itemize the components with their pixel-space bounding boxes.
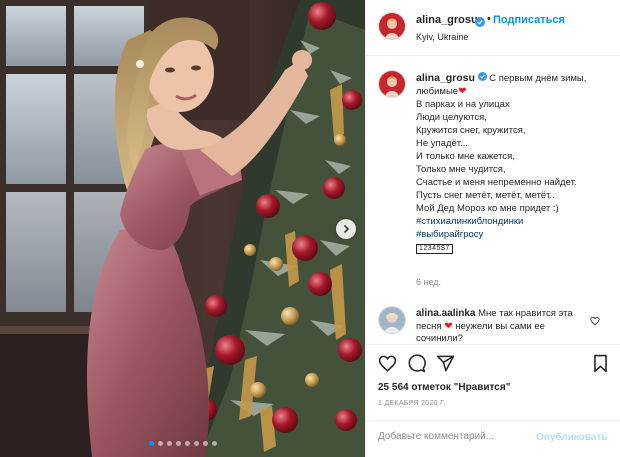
comment-like-icon[interactable] xyxy=(590,313,600,331)
comment-item: alina.aalinka Мне так нравится эта песня… xyxy=(366,302,620,344)
carousel-dot xyxy=(166,441,172,446)
location-link[interactable]: Kyiv, Ukraine xyxy=(416,32,468,42)
follow-button[interactable]: Подписаться xyxy=(493,14,565,26)
carousel-dot xyxy=(157,441,163,446)
chevron-right-icon xyxy=(343,224,350,234)
header-username[interactable]: alina_grosu xyxy=(416,14,478,26)
post-sidebar: alina_grosu • Подписаться Kyiv, Ukraine xyxy=(365,0,620,457)
post-date[interactable]: 1 ДЕКАБРЯ 2020 Г. xyxy=(378,400,446,407)
bookmark-icon[interactable] xyxy=(591,354,610,378)
caption-line: 12345$7 xyxy=(416,241,612,254)
verified-badge-icon xyxy=(477,72,487,84)
heart-icon[interactable] xyxy=(378,354,397,378)
heart-emoji-icon: ❤ xyxy=(444,320,453,332)
verified-badge-icon xyxy=(475,14,485,32)
caption-line: Счастье и меня непременно найдет. xyxy=(416,177,577,188)
caption-line-text: любимые xyxy=(416,86,459,97)
hashtag-link[interactable]: #выбирайгросу xyxy=(416,228,612,241)
caption-text: alina_grosu С первым днём зимы, любимые❤… xyxy=(416,72,612,254)
photo-illustration xyxy=(0,0,365,457)
caption-line: В парках и на улицах xyxy=(416,99,510,110)
caption-line: И только мне кажется, xyxy=(416,151,515,162)
comment-input[interactable] xyxy=(378,431,528,442)
caption-time[interactable]: 6 нед. xyxy=(416,277,441,287)
commenter-avatar[interactable] xyxy=(378,306,406,334)
carousel-dot xyxy=(184,441,190,446)
carousel-dot xyxy=(193,441,199,446)
instagram-post: alina_grosu • Подписаться Kyiv, Ukraine xyxy=(0,0,620,457)
caption-line: Не упадёт... xyxy=(416,138,469,149)
carousel-indicators xyxy=(0,441,365,446)
caption-line: Пусть снег метёт, метёт, метёт.. xyxy=(416,190,555,201)
carousel-dot xyxy=(202,441,208,446)
caption-line: Мой Дед Мороз ко мне придет :) xyxy=(416,203,559,214)
caption-avatar[interactable] xyxy=(378,70,406,98)
likes-count[interactable]: 25 564 отметок "Нравится" xyxy=(378,382,510,393)
caption-line-text: С первым днём зимы, xyxy=(489,73,587,84)
heart-emoji-icon: ❤ xyxy=(458,86,467,97)
share-icon[interactable] xyxy=(436,354,455,378)
publish-button[interactable]: Опубликовать xyxy=(536,432,607,443)
carousel-dot xyxy=(211,441,217,446)
comment-text: alina.aalinka Мне так нравится эта песня… xyxy=(416,308,586,346)
caption-area: alina_grosu С первым днём зимы, любимые❤… xyxy=(366,56,620,344)
caption-line: Кружится снег, кружится, xyxy=(416,125,526,136)
comment-form: Опубликовать xyxy=(366,420,620,457)
tag-box: 12345$7 xyxy=(416,244,453,254)
next-slide-button[interactable] xyxy=(336,219,356,239)
post-photo[interactable] xyxy=(0,0,365,457)
post-header: alina_grosu • Подписаться Kyiv, Ukraine xyxy=(366,0,620,56)
comment-icon[interactable] xyxy=(407,354,426,378)
avatar-image xyxy=(379,71,405,97)
carousel-dot xyxy=(175,441,181,446)
hashtag-link[interactable]: #стихиалинкиблондинки xyxy=(416,215,612,228)
avatar-image xyxy=(379,307,405,333)
caption-line: любимые❤ xyxy=(416,85,612,98)
commenter-username[interactable]: alina.aalinka xyxy=(416,308,475,319)
caption-line: Люди целуются, xyxy=(416,112,487,123)
caption-username[interactable]: alina_grosu xyxy=(416,72,475,84)
carousel-dot xyxy=(148,441,154,446)
caption-line: alina_grosu С первым днём зимы, xyxy=(416,72,612,85)
actions-area: 25 564 отметок "Нравится" 1 ДЕКАБРЯ 2020… xyxy=(366,344,620,420)
caption-line: Только мне чудится, xyxy=(416,164,506,175)
separator-dot: • xyxy=(487,13,491,25)
avatar[interactable] xyxy=(378,12,406,40)
avatar-image xyxy=(379,13,405,39)
